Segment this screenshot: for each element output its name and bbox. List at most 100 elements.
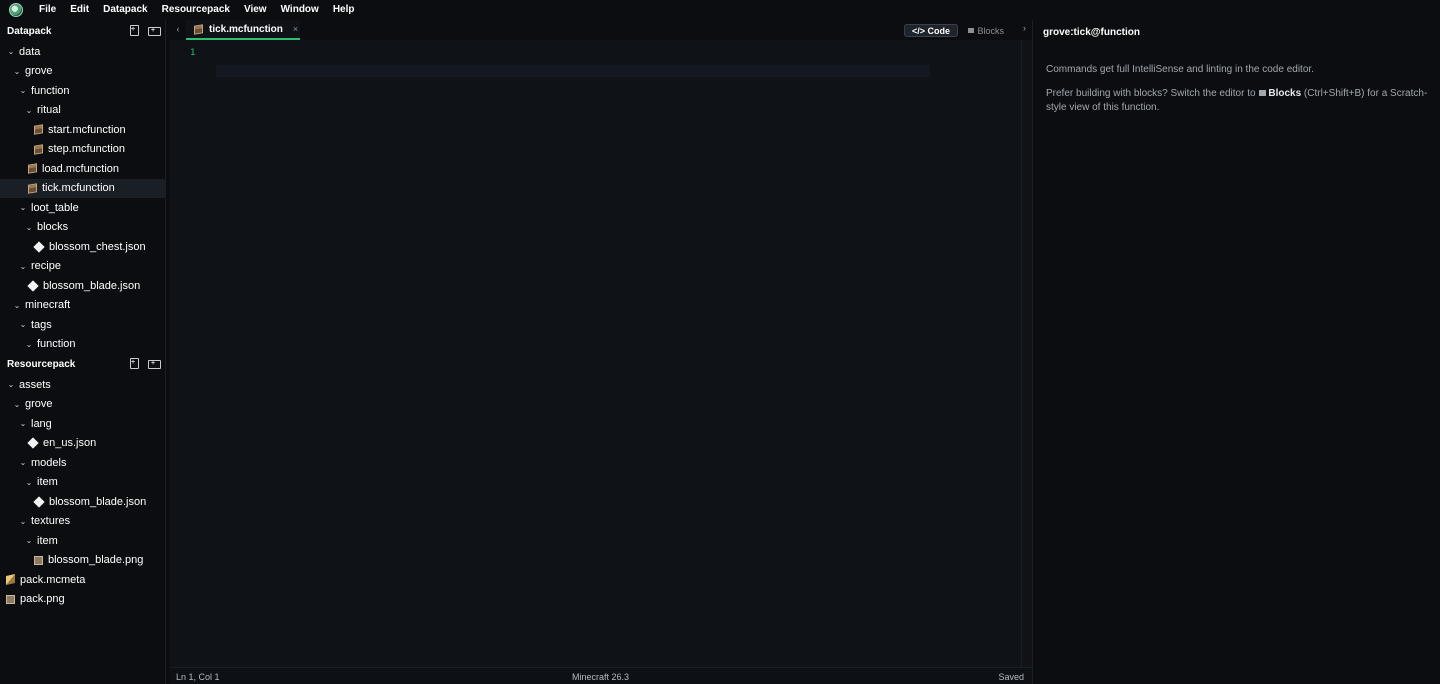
mcfunction-file-icon [28,182,37,194]
blocks-hint: Prefer building with blocks? Switch the … [1046,87,1434,115]
tree-item-label: load.mcfunction [42,162,120,175]
tree-file[interactable]: tick.mcfunction [0,178,165,198]
chevron-down-icon[interactable]: ⌄ [18,458,28,468]
tree-item-label: function [37,338,76,351]
file-explorer-sidebar: Datapack ⌄data⌄grove⌄function⌄ritualstar… [0,20,166,684]
blocks-icon [1259,90,1267,96]
menu-view[interactable]: View [237,0,274,20]
tree-folder[interactable]: ⌄ recipe [0,257,165,277]
tree-file[interactable]: pack.mcmeta [0,570,165,590]
chevron-down-icon[interactable]: ⌄ [6,47,16,57]
tree-folder[interactable]: ⌄ lang [0,414,165,434]
tree-item-label: ritual [37,104,61,117]
status-bar: Ln 1, Col 1 Minecraft 26.3 Saved [170,667,1032,684]
mcfunction-file-icon [28,163,37,175]
menu-datapack[interactable]: Datapack [96,0,154,20]
tree-folder[interactable]: ⌄ function [0,335,165,355]
menu-file[interactable]: File [32,0,63,20]
save-status: Saved [998,672,1024,682]
tree-folder[interactable]: ⌄ grove [0,62,165,82]
tree-item-label: pack.png [20,593,65,606]
menu-edit[interactable]: Edit [63,0,96,20]
blocks-view-button[interactable]: Blocks [968,23,1004,38]
code-editor[interactable]: 1 [170,40,1032,667]
editor-scrollbar[interactable] [1021,40,1022,667]
tree-file[interactable]: en_us.json [0,434,165,454]
chevron-down-icon[interactable]: ⌄ [24,536,34,546]
chevron-down-icon[interactable]: ⌄ [24,339,34,349]
new-folder-icon[interactable] [148,24,161,36]
tree-item-label: step.mcfunction [48,143,126,156]
chevron-down-icon[interactable]: ⌄ [18,320,28,330]
tree-item-label: item [37,476,58,489]
tree-file[interactable]: blossom_blade.png [0,551,165,571]
tree-item-label: blossom_blade.json [49,495,147,508]
tree-folder[interactable]: ⌄ minecraft [0,296,165,316]
chevron-down-icon[interactable]: ⌄ [24,222,34,232]
chevron-down-icon[interactable]: ⌄ [18,261,28,271]
tree-folder[interactable]: ⌄ blocks [0,218,165,238]
tree-folder[interactable]: ⌄ assets [0,375,165,395]
menu-resourcepack[interactable]: Resourcepack [155,0,237,20]
tree-item-label: lang [31,417,52,430]
mcfunction-file-icon [34,143,43,155]
code-view-button[interactable]: </> Code [903,24,958,37]
new-file-icon[interactable] [128,357,140,369]
tree-file[interactable]: load.mcfunction [0,159,165,179]
tree-folder[interactable]: ⌄ textures [0,512,165,532]
chevron-down-icon[interactable]: ⌄ [18,419,28,429]
resourcepack-section-title: Resourcepack [7,358,76,370]
chevron-down-icon[interactable]: ⌄ [18,203,28,213]
tab-label: tick.mcfunction [209,23,283,35]
menu-window[interactable]: Window [274,0,326,20]
chevron-right-icon[interactable]: › [1023,23,1026,33]
tree-folder[interactable]: ⌄ function [0,81,165,101]
tree-folder[interactable]: ⌄ grove [0,395,165,415]
tab-tick-mcfunction[interactable]: tick.mcfunction × [186,20,300,40]
tree-item-label: blossom_blade.png [48,554,144,567]
tree-file[interactable]: blossom_blade.json [0,492,165,512]
tree-item-label: blossom_chest.json [49,240,146,253]
tree-item-label: minecraft [25,299,71,312]
tree-folder[interactable]: ⌄ item [0,531,165,551]
tree-item-label: loot_table [31,201,79,214]
tree-folder[interactable]: ⌄ ritual [0,101,165,121]
tree-folder[interactable]: ⌄ loot_table [0,198,165,218]
tree-item-label: tick.mcfunction [42,182,115,195]
tree-folder[interactable]: ⌄ data [0,42,165,62]
chevron-down-icon[interactable]: ⌄ [18,516,28,526]
tree-item-label: function [31,84,70,97]
tree-item-label: blossom_blade.json [43,279,141,292]
new-file-icon[interactable] [128,24,140,36]
info-panel: grove:tick@function Commands get full In… [1032,20,1440,684]
chevron-down-icon[interactable]: ⌄ [6,380,16,390]
tree-file[interactable]: pack.png [0,590,165,610]
chevron-down-icon[interactable]: ⌄ [12,66,22,76]
tree-file[interactable]: step.mcfunction [0,140,165,160]
blocks-icon [968,28,975,33]
chevron-down-icon[interactable]: ⌄ [24,477,34,487]
tree-folder[interactable]: ⌄ models [0,453,165,473]
tree-item-label: textures [31,515,71,528]
png-file-icon [6,594,15,604]
tree-folder[interactable]: ⌄ tags [0,315,165,335]
tree-item-label: en_us.json [43,437,97,450]
chevron-down-icon[interactable]: ⌄ [24,105,34,115]
chevron-down-icon[interactable]: ⌄ [18,86,28,96]
menu-bar: File Edit Datapack Resourcepack View Win… [0,0,1440,20]
json-file-icon [27,280,39,292]
tree-item-label: models [31,456,67,469]
menu-help[interactable]: Help [326,0,362,20]
tree-file[interactable]: blossom_blade.json [0,276,165,296]
close-icon[interactable]: × [293,24,298,34]
tree-file[interactable]: blossom_chest.json [0,237,165,257]
json-file-icon [33,496,45,508]
chevron-down-icon[interactable]: ⌄ [12,399,22,409]
chevron-left-icon[interactable]: ‹ [172,24,184,34]
new-folder-icon[interactable] [148,357,161,369]
app-logo-icon [9,3,23,17]
tree-folder[interactable]: ⌄ item [0,473,165,493]
chevron-down-icon[interactable]: ⌄ [12,300,22,310]
tree-file[interactable]: start.mcfunction [0,120,165,140]
tree-item-label: assets [19,378,51,391]
